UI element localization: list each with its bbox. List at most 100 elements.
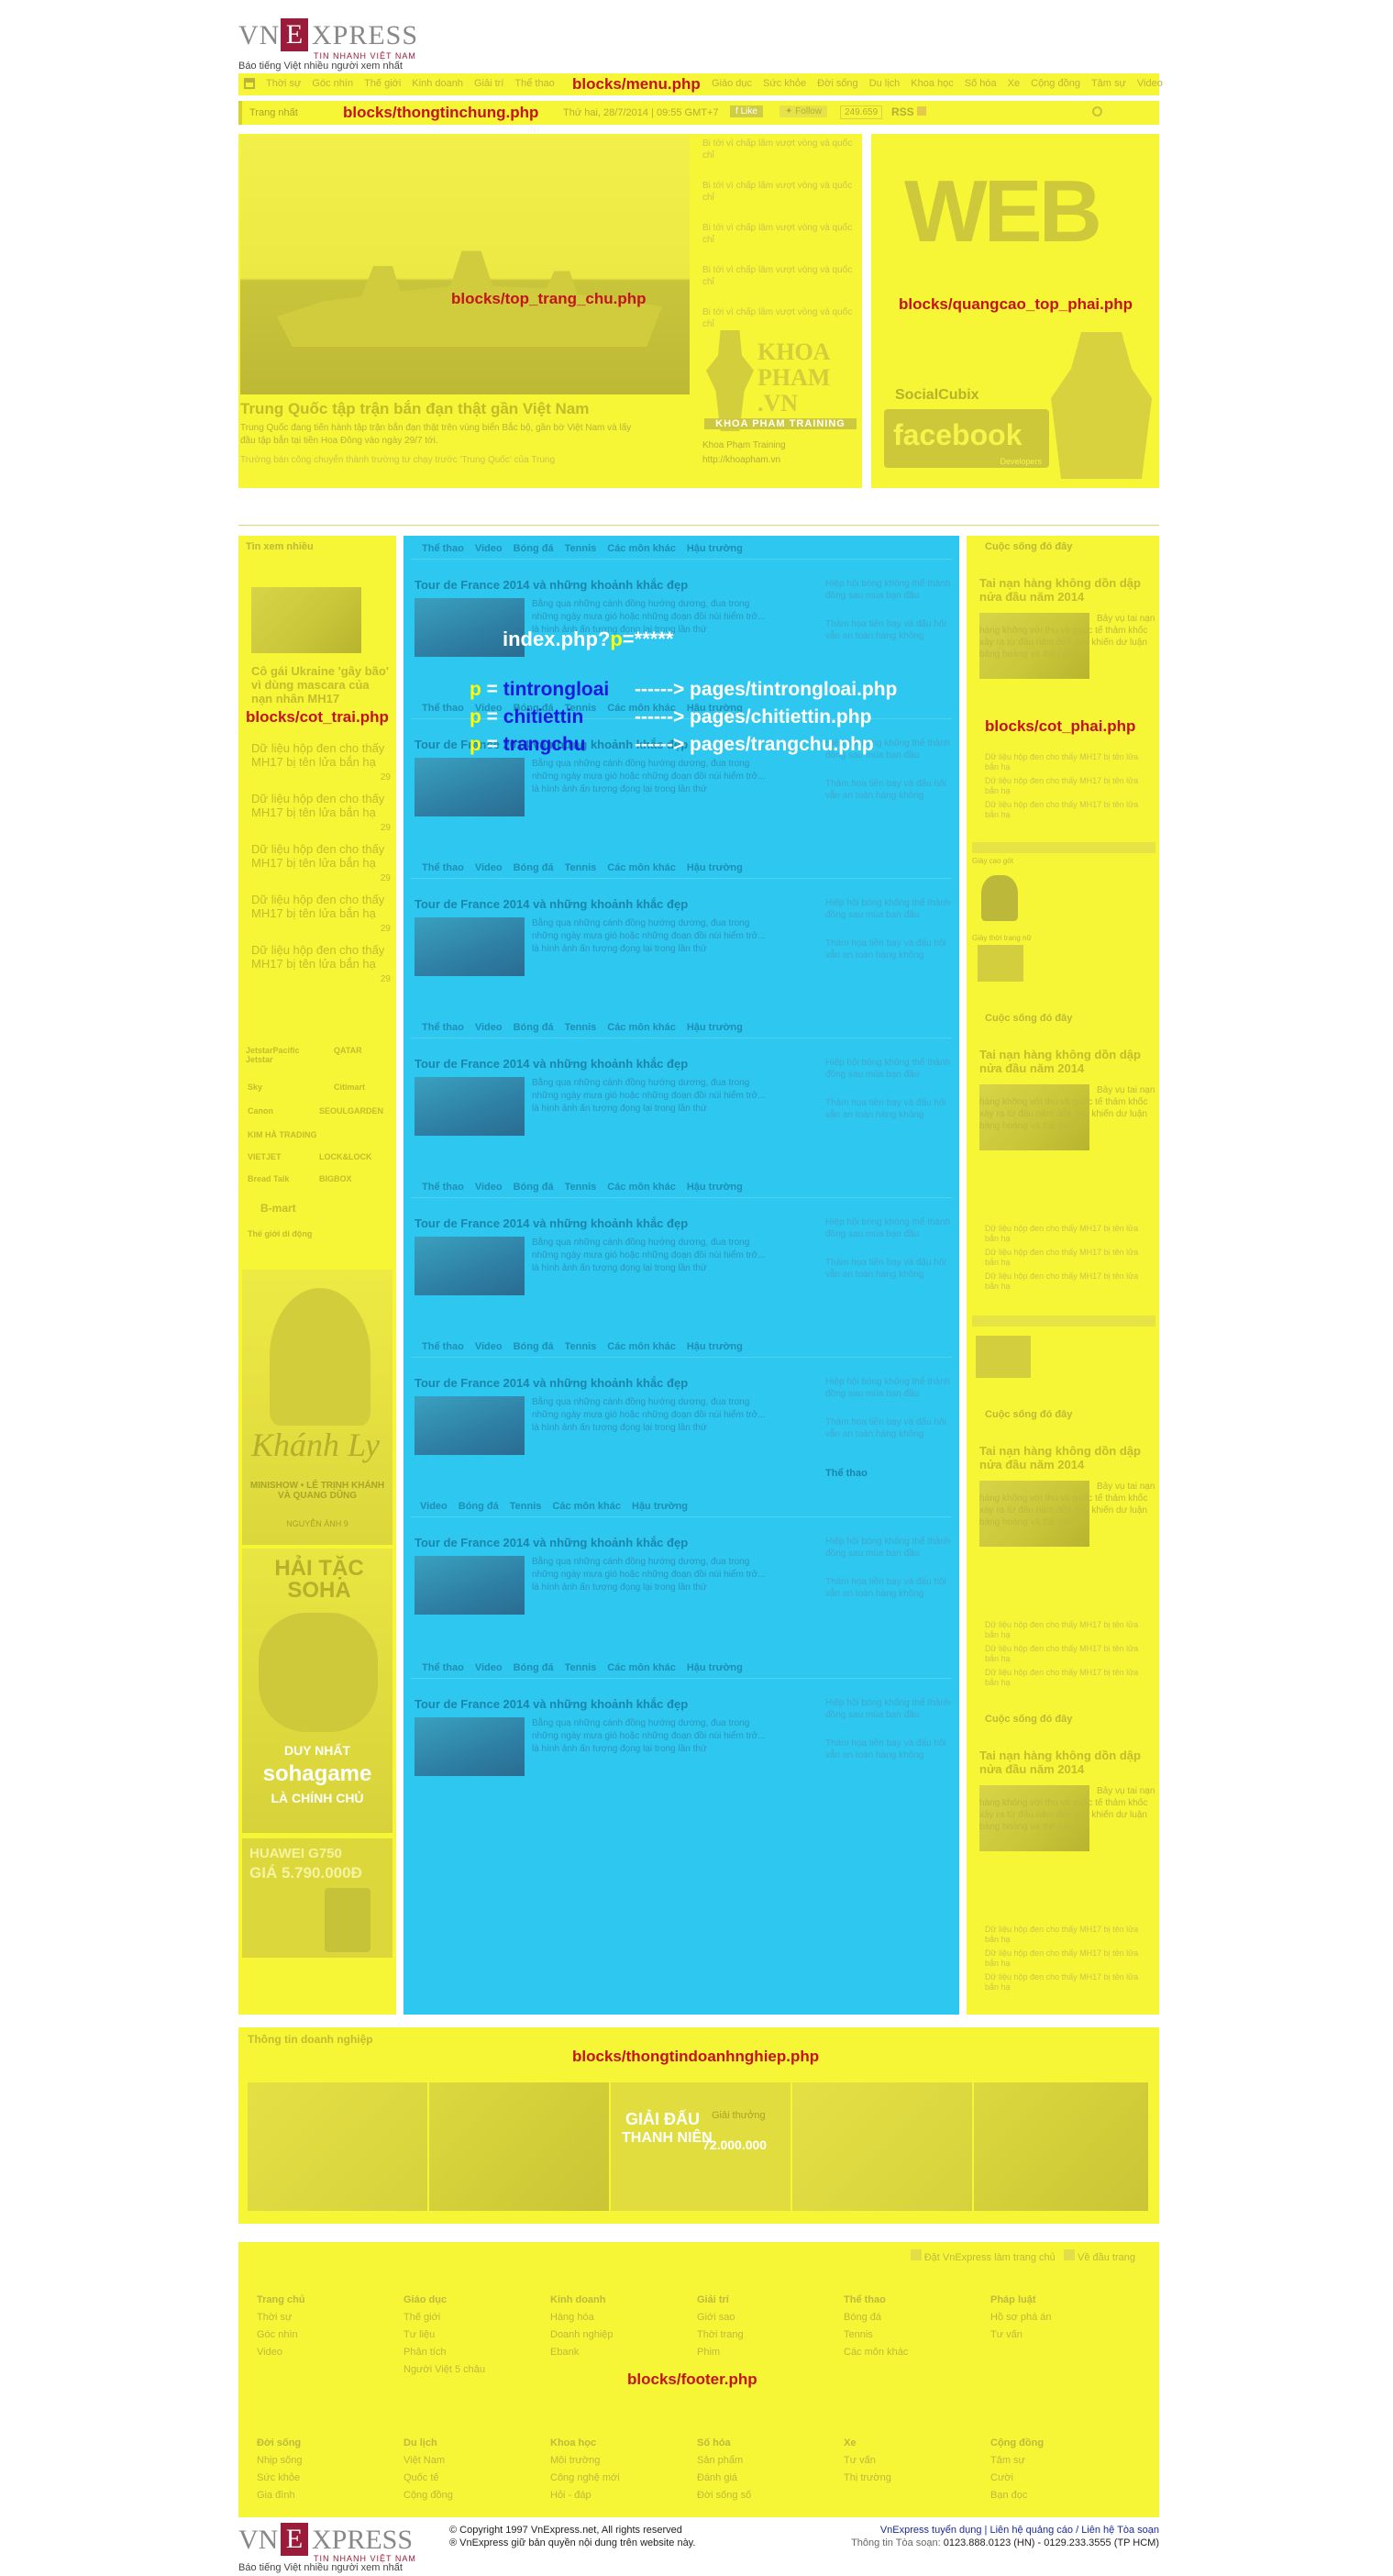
right-list-item[interactable]: Dữ liệu hộp đen cho thấy MH17 bị tên lửa… xyxy=(985,1248,1154,1268)
menu-item[interactable]: Thời sự xyxy=(266,78,301,89)
phone-ad[interactable]: HUAWEI G750 GIÁ 5.790.000Đ xyxy=(242,1838,392,1958)
section-tab[interactable]: Thể thao xyxy=(422,1662,464,1673)
section-tab[interactable]: Bóng đá xyxy=(514,1022,554,1033)
section-tab[interactable]: Thể thao xyxy=(422,1182,464,1193)
footer-link[interactable]: Thế giới xyxy=(404,2309,541,2326)
story-side-1[interactable]: Hiệp hội bóng không thể thành đồng sau m… xyxy=(825,1536,954,1560)
footer-link[interactable]: Giải trí xyxy=(697,2292,835,2309)
story-side-2[interactable]: Thảm họa tiền bay và đấu hôi vẫn an toàn… xyxy=(825,1257,954,1281)
side-item[interactable]: Bi tới vì chấp lâm vượt vòng và quốc chỉ xyxy=(702,222,855,264)
top-right-ad-block[interactable]: WEB blocks/quangcao_top_phai.php SocialC… xyxy=(871,134,1159,488)
footer-link[interactable]: Video xyxy=(257,2344,394,2361)
bottom-logo[interactable]: VN E XPRESS TIN NHANH VIỆT NAM xyxy=(238,2523,431,2563)
menu-item[interactable]: Du lịch xyxy=(869,78,901,89)
home-link[interactable]: Trang nhất xyxy=(249,107,298,118)
section-tab[interactable]: Video xyxy=(475,1662,503,1673)
section-tab[interactable]: Các môn khác xyxy=(607,862,676,873)
footer-link[interactable]: Tennis xyxy=(844,2326,981,2344)
side-item[interactable]: Bi tới vì chấp lâm vượt vòng và quốc chỉ xyxy=(702,138,855,180)
footer-link[interactable]: Phim xyxy=(697,2344,835,2361)
story-title[interactable]: Tour de France 2014 và những khoảnh khắc… xyxy=(415,1536,688,1549)
shoes-widget[interactable]: Giày cao gót Giày thời trang nữ xyxy=(972,842,1155,989)
menu-item[interactable]: Số hóa xyxy=(965,78,997,89)
right-list-item[interactable]: Dữ liệu hộp đen cho thấy MH17 bị tên lửa… xyxy=(985,1644,1154,1664)
story-side-2[interactable]: Thảm họa tiền bay và đấu hôi vẫn an toàn… xyxy=(825,1738,954,1761)
footer-link[interactable]: Thể thao xyxy=(844,2292,981,2309)
most-read-item[interactable]: Dữ liệu hộp đen cho thấy MH17 bị tên lửa… xyxy=(251,943,391,994)
story-side-2[interactable]: Thảm họa tiền bay và đấu hôi vẫn an toàn… xyxy=(825,1416,954,1440)
section-tab[interactable]: Bóng đá xyxy=(514,1182,554,1193)
footer-link[interactable]: Cộng đồng xyxy=(404,2487,541,2504)
footer-link[interactable]: Giáo dục xyxy=(404,2292,541,2309)
section-tab[interactable]: Bóng đá xyxy=(459,1501,499,1512)
story-side-1[interactable]: Hiệp hội bóng không thể thành đồng sau m… xyxy=(825,1697,954,1721)
right-list-item[interactable]: Dữ liệu hộp đen cho thấy MH17 bị tên lửa… xyxy=(985,1949,1154,1969)
section-tab[interactable]: Video xyxy=(475,1022,503,1033)
footer-link[interactable]: Bạn đọc xyxy=(990,2487,1128,2504)
section-tab[interactable]: Thể thao xyxy=(422,543,464,554)
footer-link[interactable]: Cộng đồng xyxy=(990,2435,1128,2452)
menu-item[interactable]: Cộng đồng xyxy=(1031,78,1080,89)
most-read-item[interactable]: Dữ liệu hộp đen cho thấy MH17 bị tên lửa… xyxy=(251,893,391,943)
section-tab[interactable]: Hậu trường xyxy=(687,1341,743,1352)
footer-link[interactable]: Tư vấn xyxy=(990,2326,1128,2344)
back-to-top-link[interactable]: Về đầu trang xyxy=(1078,2252,1135,2263)
footer-link[interactable]: Số hóa xyxy=(697,2435,835,2452)
section-tab[interactable]: Video xyxy=(420,1501,448,1512)
menu-item[interactable]: Góc nhìn xyxy=(312,78,353,89)
business-banner-3[interactable]: GIẢI ĐẤU THANH NIÊN Giải thưởng 72.000.0… xyxy=(611,2082,790,2211)
footer-link[interactable]: Du lịch xyxy=(404,2435,541,2452)
story-side-1[interactable]: Hiệp hội bóng không thể thành đồng sau m… xyxy=(825,1376,954,1400)
right-list-item[interactable]: Dữ liệu hộp đen cho thấy MH17 bị tên lửa… xyxy=(985,1925,1154,1945)
top-headline[interactable]: Trung Quốc tập trận bắn đạn thật gần Việ… xyxy=(240,400,589,418)
section-tab[interactable]: Tennis xyxy=(510,1501,542,1512)
right-list-item[interactable]: Dữ liệu hộp đen cho thấy MH17 bị tên lửa… xyxy=(985,1271,1154,1292)
footer-link[interactable]: Thị trường xyxy=(844,2470,981,2487)
warship-image[interactable] xyxy=(240,136,690,394)
most-read-item[interactable]: Dữ liệu hộp đen cho thấy MH17 bị tên lửa… xyxy=(251,842,391,893)
section-tab[interactable]: Bóng đá xyxy=(514,862,554,873)
khanhly-ad[interactable]: Khánh Ly MINISHOW • LÊ TRỊNH KHÁNH VÀ QU… xyxy=(242,1270,392,1545)
story-title[interactable]: Tour de France 2014 và những khoảnh khắc… xyxy=(415,578,688,592)
story-thumbnail[interactable] xyxy=(415,1237,525,1295)
story-side-1[interactable]: Hiệp hội bóng không thể thành đồng sau m… xyxy=(825,1057,954,1081)
menu-item[interactable]: Thể thao xyxy=(514,78,554,89)
footer-link[interactable]: Đời sống xyxy=(257,2435,394,2452)
footer-link[interactable]: Nhịp sống xyxy=(257,2452,394,2470)
story-side-2[interactable]: Thảm họa tiền bay và đấu hôi vẫn an toàn… xyxy=(825,938,954,961)
story-thumbnail[interactable] xyxy=(415,1077,525,1136)
section-tab[interactable]: Các môn khác xyxy=(552,1501,621,1512)
footer-link[interactable]: Việt Nam xyxy=(404,2452,541,2470)
footer-link[interactable]: Thời trang xyxy=(697,2326,835,2344)
logo[interactable]: VN E XPRESS TIN NHANH VIỆT NAM xyxy=(238,18,431,61)
recruit-link[interactable]: VnExpress tuyển dụng xyxy=(880,2525,982,2536)
right-headline[interactable]: Tai nạn hàng không dồn dập nửa đầu năm 2… xyxy=(979,1048,1154,1075)
footer-link[interactable]: Ebank xyxy=(550,2344,688,2361)
top-related[interactable]: Trường bán công chuyển thành trường tư c… xyxy=(240,455,555,465)
footer-link[interactable]: Người Việt 5 châu xyxy=(404,2361,541,2379)
footer-link[interactable]: Các môn khác xyxy=(844,2344,981,2361)
rss-link[interactable]: RSS xyxy=(891,105,927,118)
footer-link[interactable]: Hỏi - đáp xyxy=(550,2487,688,2504)
khoapham-url[interactable]: http://khoapham.vn xyxy=(702,455,780,465)
story-title[interactable]: Tour de France 2014 và những khoảnh khắc… xyxy=(415,1376,688,1390)
game-ad[interactable]: HẢI TẶC SOHA DUY NHẤT sohagame LÀ CHÍNH … xyxy=(242,1549,392,1833)
menu-item[interactable]: Kinh doanh xyxy=(412,78,463,89)
set-homepage-link[interactable]: Đặt VnExpress làm trang chủ xyxy=(924,2252,1056,2263)
section-tab[interactable]: Bóng đá xyxy=(514,1341,554,1352)
section-tab[interactable]: Thể thao xyxy=(422,703,464,714)
section-tab[interactable]: Hậu trường xyxy=(687,1662,743,1673)
most-read-item[interactable]: Dữ liệu hộp đen cho thấy MH17 bị tên lửa… xyxy=(251,741,391,792)
footer-link[interactable]: Sức khỏe xyxy=(257,2470,394,2487)
footer-link[interactable]: Công nghệ mới xyxy=(550,2470,688,2487)
section-tab[interactable]: Tennis xyxy=(565,1662,597,1673)
like-button[interactable]: f Like xyxy=(730,105,763,117)
section-tab[interactable]: Video xyxy=(475,862,503,873)
menu-item[interactable]: Giáo dục xyxy=(712,78,752,89)
section-tab[interactable]: Tennis xyxy=(565,543,597,554)
business-banner-1[interactable] xyxy=(248,2082,427,2211)
section-tab[interactable]: Hậu trường xyxy=(687,1022,743,1033)
section-tab[interactable]: Bóng đá xyxy=(514,543,554,554)
story-title[interactable]: Tour de France 2014 và những khoảnh khắc… xyxy=(415,1216,688,1230)
story-side-1[interactable]: Hiệp hội bóng không thể thành đồng sau m… xyxy=(825,1216,954,1240)
